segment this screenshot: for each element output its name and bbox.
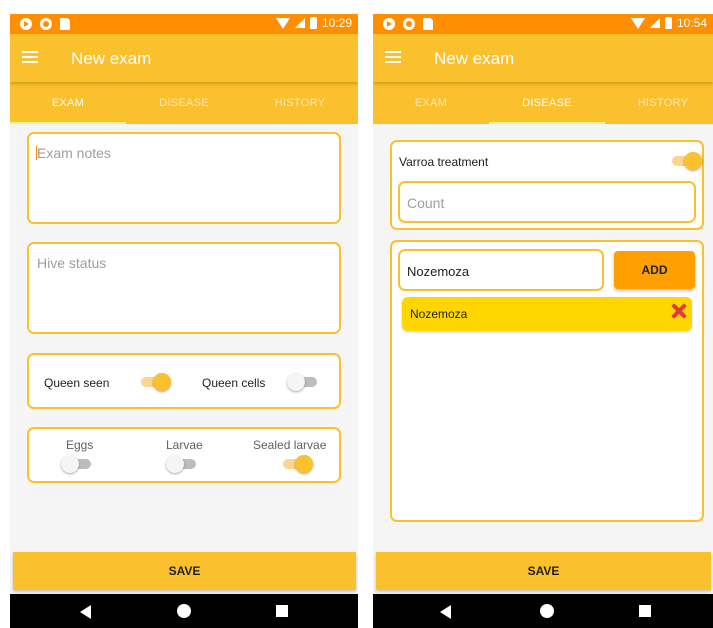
app-bar: New exam <box>373 34 713 82</box>
varroa-treatment-switch[interactable] <box>668 151 702 171</box>
queen-seen-label: Queen seen <box>44 376 110 390</box>
tab-bar: EXAM DISEASE HISTORY <box>373 82 713 124</box>
queen-cells-switch[interactable] <box>287 372 321 392</box>
back-icon[interactable] <box>80 605 91 619</box>
wifi-icon <box>630 17 645 29</box>
exam-screen: 10:29 New exam EXAM DISEASE HISTORY Exam… <box>10 14 358 628</box>
hive-status-placeholder: Hive status <box>37 255 107 271</box>
tab-disease[interactable]: DISEASE <box>126 97 242 109</box>
save-button[interactable]: SAVE <box>13 552 356 590</box>
varroa-treatment-label: Varroa treatment <box>399 155 489 169</box>
exam-notes-placeholder: Exam notes <box>37 145 111 161</box>
back-icon[interactable] <box>440 605 451 619</box>
sd-card-icon <box>423 18 433 30</box>
record-notification-icon <box>40 18 52 30</box>
queen-seen-switch[interactable] <box>137 372 171 392</box>
delete-icon[interactable] <box>670 302 688 320</box>
home-icon[interactable] <box>177 604 191 618</box>
disease-input-value: Nozemoza <box>407 264 470 279</box>
add-disease-button[interactable]: ADD <box>614 251 695 289</box>
queen-cells-label: Queen cells <box>202 376 266 390</box>
eggs-label: Eggs <box>66 438 94 452</box>
brood-card: Eggs Larvae Sealed larvae <box>27 427 341 483</box>
disease-input[interactable]: Nozemoza <box>398 249 604 291</box>
signal-icon <box>649 18 660 28</box>
wifi-icon <box>275 17 290 29</box>
tab-bar: EXAM DISEASE HISTORY <box>10 82 358 124</box>
play-notification-icon <box>20 18 32 30</box>
menu-icon[interactable] <box>22 51 38 63</box>
recent-apps-icon[interactable] <box>639 605 651 617</box>
larvae-label: Larvae <box>166 438 203 452</box>
larvae-switch[interactable] <box>166 454 200 474</box>
app-bar: New exam <box>10 34 358 82</box>
record-notification-icon <box>403 18 415 30</box>
exam-notes-field[interactable]: Exam notes <box>27 132 341 224</box>
sd-card-icon <box>60 18 70 30</box>
disease-item: Nozemoza <box>402 297 692 331</box>
status-bar: 10:54 <box>373 14 713 34</box>
eggs-switch[interactable] <box>61 454 95 474</box>
disease-screen: 10:54 New exam EXAM DISEASE HISTORY Varr… <box>373 14 713 628</box>
tab-disease[interactable]: DISEASE <box>489 97 605 109</box>
battery-icon <box>664 17 672 29</box>
app-title: New exam <box>71 49 152 68</box>
tab-exam[interactable]: EXAM <box>373 97 489 109</box>
sealed-larvae-label: Sealed larvae <box>253 438 327 452</box>
tab-history[interactable]: HISTORY <box>605 97 713 109</box>
clock: 10:54 <box>676 16 707 30</box>
tab-exam[interactable]: EXAM <box>10 97 126 109</box>
navigation-bar <box>373 594 713 628</box>
hive-status-field[interactable]: Hive status <box>27 242 341 334</box>
queen-card: Queen seen Queen cells <box>27 353 341 409</box>
count-field[interactable]: Count <box>398 181 696 223</box>
recent-apps-icon[interactable] <box>276 605 288 617</box>
app-title: New exam <box>434 49 515 68</box>
status-bar: 10:29 <box>10 14 358 34</box>
tab-history[interactable]: HISTORY <box>242 97 358 109</box>
varroa-card: Varroa treatment Count <box>390 140 704 230</box>
play-notification-icon <box>383 18 395 30</box>
home-icon[interactable] <box>540 604 554 618</box>
clock: 10:29 <box>321 16 352 30</box>
menu-icon[interactable] <box>385 51 401 63</box>
tab-indicator <box>10 122 126 124</box>
tab-indicator <box>489 122 605 124</box>
disease-item-label: Nozemoza <box>410 307 468 321</box>
disease-list-card: Nozemoza ADD Nozemoza <box>390 240 704 522</box>
count-placeholder: Count <box>407 195 445 211</box>
signal-icon <box>294 18 305 28</box>
sealed-larvae-switch[interactable] <box>279 454 313 474</box>
battery-icon <box>309 17 317 29</box>
navigation-bar <box>10 594 358 628</box>
save-button[interactable]: SAVE <box>376 552 711 590</box>
